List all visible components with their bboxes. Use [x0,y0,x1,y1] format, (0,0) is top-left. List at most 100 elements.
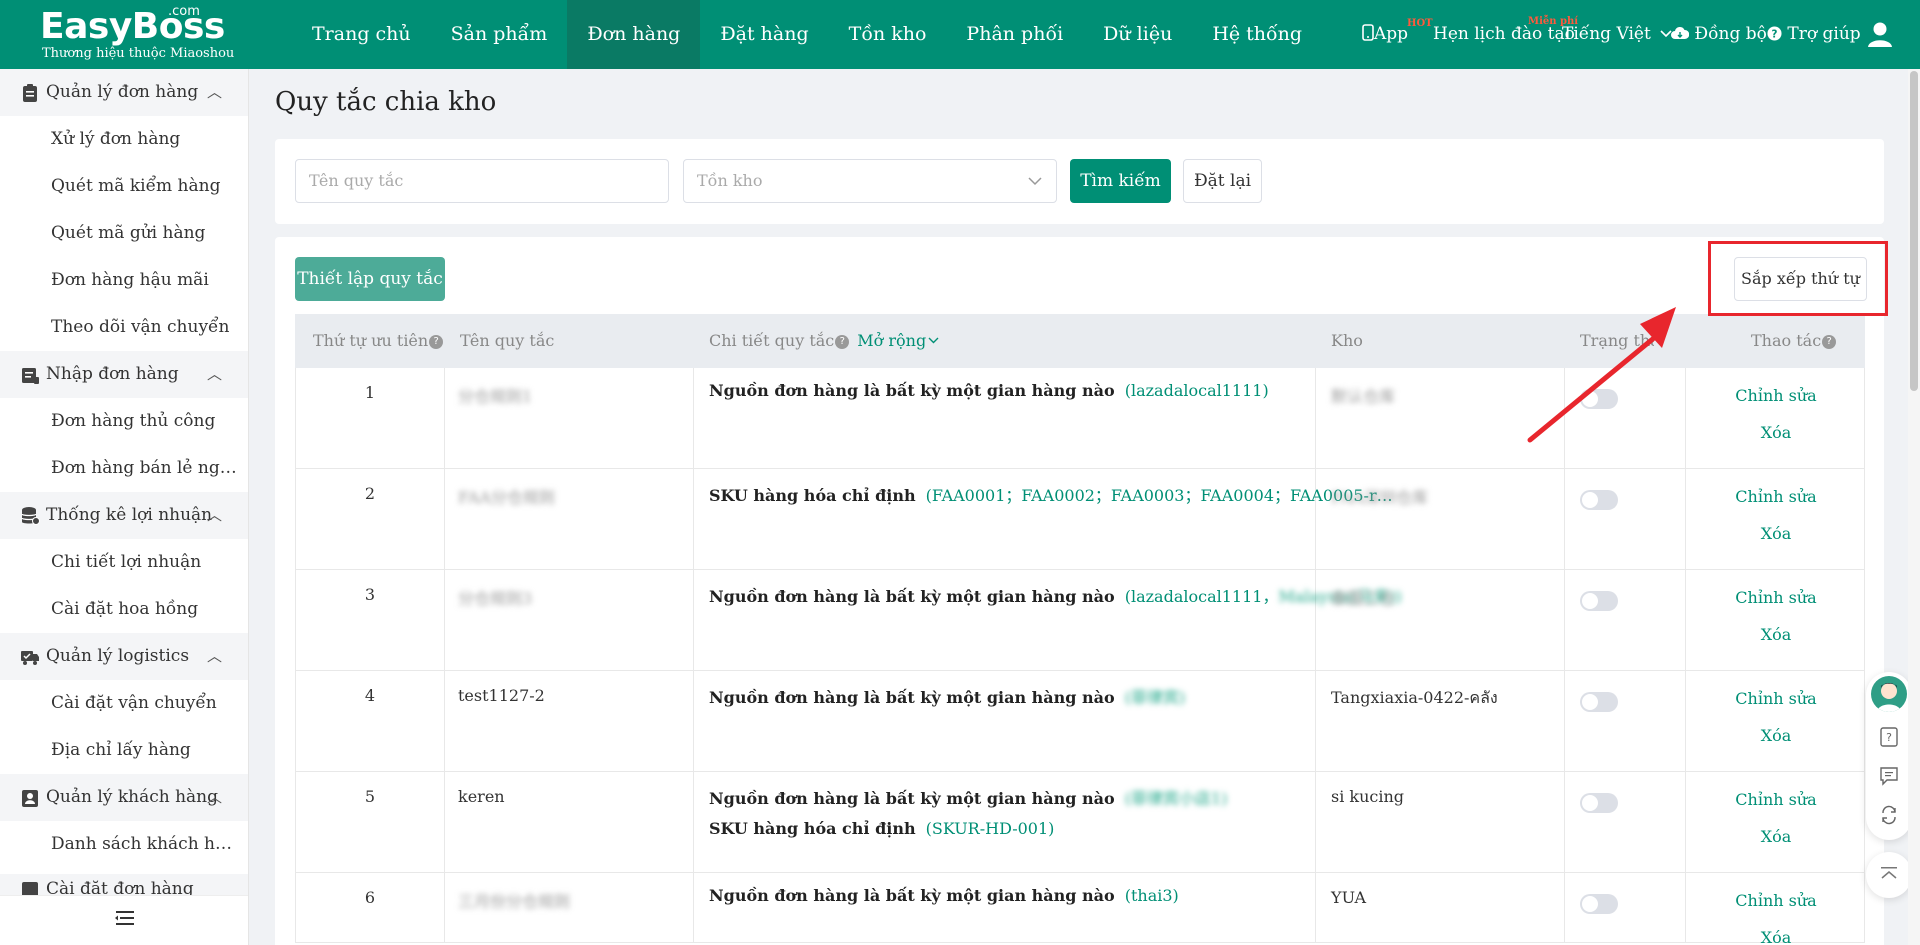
nav-distribution[interactable]: Phân phối [946,0,1083,69]
sidebar-group-label: Quản lý đơn hàng [46,82,199,102]
rule-name-input[interactable]: Tên quy tắc [295,159,669,203]
condition-label: Nguồn đơn hàng là bất kỳ một gian hàng n… [709,789,1115,808]
edit-link[interactable]: Chỉnh sửa [1686,487,1866,506]
nav-purchase[interactable]: Đặt hàng [700,0,828,69]
page-scrollbar[interactable] [1908,69,1920,945]
support-avatar-icon[interactable] [1871,676,1907,712]
condition-value-text: (lazadalocal1111， [1124,587,1279,606]
expand-toggle[interactable]: Mở rộng [857,331,939,350]
search-button[interactable]: Tìm kiếm [1070,159,1171,203]
status-toggle[interactable] [1580,894,1618,914]
nav-system[interactable]: Hệ thống [1192,0,1322,69]
sync-button[interactable]: Đồng bộ [1671,0,1767,69]
priority-value: 4 [364,686,376,705]
delete-link[interactable]: Xóa [1686,928,1866,945]
condition-label: Nguồn đơn hàng là bất kỳ một gian hàng n… [709,381,1115,400]
main-nav: Trang chủ Sản phẩm Đơn hàng Đặt hàng Tồn… [292,0,1322,69]
scrollbar-thumb[interactable] [1910,71,1918,391]
language-label: Tiếng Việt [1562,24,1651,44]
sidebar-item-offline-orders[interactable]: Đơn hàng bán lẻ ngoại tuyến [0,445,240,492]
status-toggle[interactable] [1580,692,1618,712]
table-cell: Chỉnh sửa Xóa [1686,671,1866,771]
app-label: App [1374,24,1409,44]
help-label: Trợ giúp [1787,24,1861,44]
sidebar-group-order-management[interactable]: Quản lý đơn hàng ︿ [0,69,248,116]
page-title: Quy tắc chia kho [275,87,497,117]
delete-link[interactable]: Xóa [1686,827,1866,846]
edit-link[interactable]: Chỉnh sửa [1686,386,1866,405]
highlight-box [1708,241,1888,316]
nav-home[interactable]: Trang chủ [292,0,431,69]
help-button[interactable]: ? Trợ giúp [1767,0,1861,69]
condition-value-blurred: (菲律宾小店1) [1124,789,1228,808]
sidebar-group-logistics[interactable]: Quản lý logistics ︿ [0,633,248,680]
help-document-icon[interactable]: ? [1879,727,1899,751]
help-circle-icon[interactable]: ? [1822,334,1837,349]
edit-link[interactable]: Chỉnh sửa [1686,689,1866,708]
table-cell: 3 [296,570,445,670]
delete-link[interactable]: Xóa [1686,625,1866,644]
chevron-up-icon: ︿ [206,365,222,383]
sidebar-item-after-sales[interactable]: Đơn hàng hậu mãi [0,257,240,304]
help-circle-icon: ? [1767,26,1782,41]
column-header-label: Thao tác [1751,331,1822,350]
delete-link[interactable]: Xóa [1686,524,1866,543]
condition-label: SKU hàng hóa chỉ định [709,819,916,838]
sidebar-item-process-orders[interactable]: Xử lý đơn hàng [0,116,240,163]
warehouse-value: 泰国二仓 [1331,589,1396,608]
sidebar-item-profit-detail[interactable]: Chi tiết lợi nhuận [0,539,240,586]
status-toggle[interactable] [1580,389,1618,409]
sidebar-item-tracking[interactable]: Theo dõi vận chuyển [0,304,240,351]
status-toggle[interactable] [1580,490,1618,510]
table-cell: Chỉnh sửa Xóa [1686,772,1866,872]
sidebar-item-shipping-settings[interactable]: Cài đặt vận chuyển [0,680,240,727]
sidebar-item-customer-list[interactable]: Danh sách khách hàng [0,821,240,868]
sidebar: Quản lý đơn hàng ︿ Xử lý đơn hàng Quét m… [0,69,249,945]
edit-link[interactable]: Chỉnh sửa [1686,588,1866,607]
table-body: 1 分仓规则1 Nguồn đơn hàng là bất kỳ một gian … [295,368,1866,945]
help-circle-icon[interactable]: ? [835,334,850,349]
nav-orders[interactable]: Đơn hàng [567,0,701,69]
setup-rule-button[interactable]: Thiết lập quy tắc [295,257,445,301]
sidebar-item-scan-check[interactable]: Quét mã kiểm hàng [0,163,240,210]
status-toggle[interactable] [1580,793,1618,813]
table-row: 5 keren Nguồn đơn hàng là bất kỳ một gian … [295,772,1865,873]
easyboss-logo[interactable]: EasyBoss .com Thương hiệu thuộc Miaoshou [38,4,234,66]
sidebar-group-profit-stats[interactable]: Thống kê lợi nhuận ︿ [0,492,248,539]
table-row: 1 分仓规则1 Nguồn đơn hàng là bất kỳ một gian … [295,368,1865,469]
collapse-menu-icon[interactable] [0,895,248,945]
reset-button[interactable]: Đặt lại [1183,159,1262,203]
table-cell: 分仓规则3 [445,570,694,670]
training-link[interactable]: Hẹn lịch đào tạo [1433,0,1575,69]
refresh-icon[interactable] [1879,805,1899,829]
nav-data[interactable]: Dữ liệu [1083,0,1192,69]
table-cell: Chỉnh sửa Xóa [1686,368,1866,468]
sidebar-item-scan-ship[interactable]: Quét mã gửi hàng [0,210,240,257]
sidebar-item-pickup-address[interactable]: Địa chỉ lấy hàng [0,727,240,774]
sidebar-item-manual-orders[interactable]: Đơn hàng thủ công [0,398,240,445]
rule-name: FAA分仓规则 [458,488,555,507]
table-cell: 泰国二仓 [1316,570,1565,670]
delete-link[interactable]: Xóa [1686,726,1866,745]
warehouse-select[interactable]: Tồn kho [683,159,1057,203]
nav-products[interactable]: Sản phẩm [431,0,568,69]
table-cell: Chỉnh sửa Xóa [1686,873,1866,945]
chat-icon[interactable] [1879,766,1899,790]
sidebar-item-commission[interactable]: Cài đặt hoa hồng [0,586,240,633]
edit-link[interactable]: Chỉnh sửa [1686,891,1866,910]
app-link[interactable]: App [1362,0,1408,69]
nav-inventory[interactable]: Tồn kho [829,0,947,69]
condition-value: (菲律宾) [1125,688,1186,707]
edit-link[interactable]: Chỉnh sửa [1686,790,1866,809]
status-toggle[interactable] [1580,591,1618,611]
sidebar-group-import-orders[interactable]: Nhập đơn hàng ︿ [0,351,248,398]
back-to-top-button[interactable] [1866,852,1912,898]
delete-link[interactable]: Xóa [1686,423,1866,442]
condition-value: (菲律宾小店1) [1125,789,1228,808]
sidebar-group-customers[interactable]: Quản lý khách hàng ︿ [0,774,248,821]
help-circle-icon[interactable]: ? [429,334,444,349]
user-avatar-icon[interactable] [1866,20,1894,48]
language-selector[interactable]: Tiếng Việt [1562,0,1672,69]
table-cell: Nguồn đơn hàng là bất kỳ một gian hàng n… [694,873,1316,942]
truck-icon [21,651,39,665]
